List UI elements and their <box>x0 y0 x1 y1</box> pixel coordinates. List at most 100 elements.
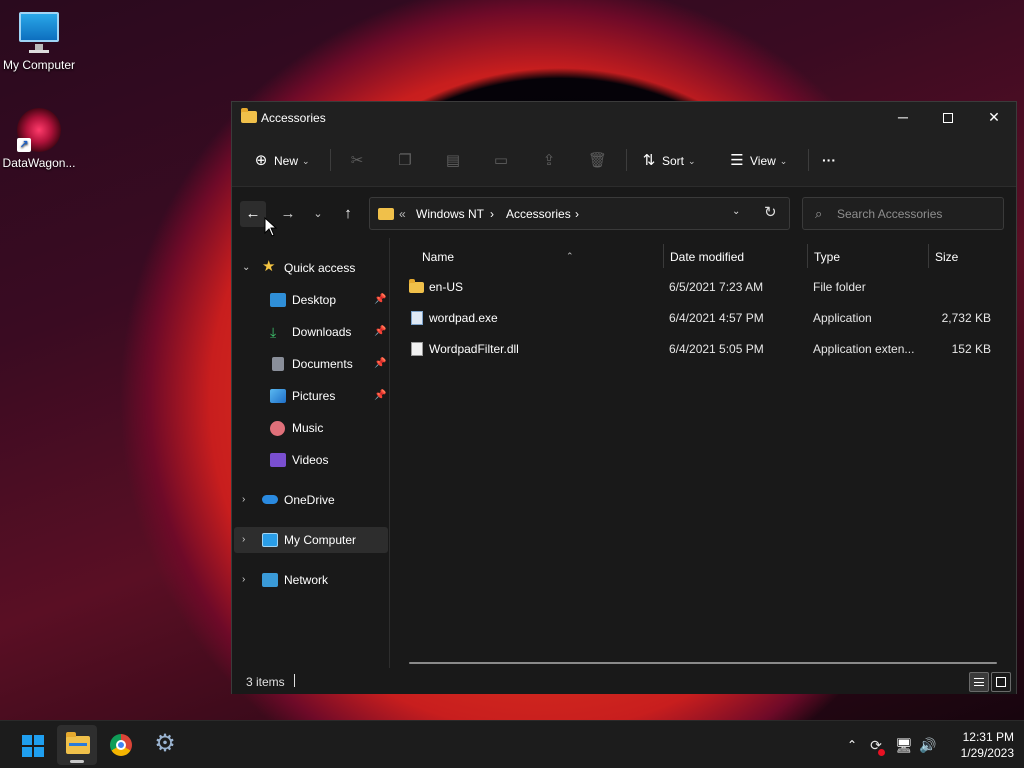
maximize-button[interactable] <box>925 102 971 133</box>
scissors-icon: ✂ <box>350 151 364 169</box>
copy-button[interactable]: ❐ <box>396 148 414 172</box>
nav-quick-access[interactable]: ⌄ ★ Quick access <box>234 255 388 281</box>
taskbar-chrome[interactable] <box>101 725 141 765</box>
pin-icon[interactable]: 📌 <box>374 383 386 409</box>
breadcrumb-overflow[interactable]: « <box>399 207 406 221</box>
taskbar-settings[interactable]: ⚙ <box>145 725 185 765</box>
cut-button[interactable]: ✂ <box>348 148 366 172</box>
column-divider[interactable] <box>807 244 808 268</box>
rename-button[interactable]: ▭ <box>492 148 510 172</box>
breadcrumb-accessories[interactable]: Accessories <box>506 207 571 221</box>
window-title: Accessories <box>261 111 326 125</box>
horizontal-scrollbar[interactable] <box>409 662 997 664</box>
breadcrumb-windows-nt[interactable]: Windows NT <box>416 207 484 221</box>
refresh-icon[interactable]: ↻ <box>764 203 777 221</box>
nav-item-music[interactable]: Music <box>234 415 388 441</box>
column-header-date[interactable]: Date modified <box>670 246 744 268</box>
desktop-icon-label: My Computer <box>2 58 76 72</box>
forward-button[interactable]: → <box>275 201 301 227</box>
address-dropdown-icon[interactable]: ⌄ <box>732 206 740 217</box>
gear-icon: ⚙ <box>154 730 176 757</box>
start-button[interactable] <box>12 725 52 765</box>
nav-label: Network <box>284 573 329 587</box>
column-header-name[interactable]: Name ⌃ <box>422 246 574 268</box>
file-row-wordpadfilter-dll[interactable]: WordpadFilter.dll 6/4/2021 5:05 PM Appli… <box>403 335 1003 363</box>
desktop-icon-datawagon[interactable]: ↗ DataWagon... <box>0 108 78 170</box>
tiles-view-icon <box>996 677 1006 687</box>
nav-item-videos[interactable]: Videos <box>234 447 388 473</box>
details-view-button[interactable] <box>969 672 989 692</box>
up-button[interactable]: ↑ <box>335 201 361 227</box>
windows-logo-icon <box>22 735 44 757</box>
show-hidden-icons-button[interactable]: ⌃ <box>842 721 862 768</box>
file-date: 6/4/2021 5:05 PM <box>669 342 764 356</box>
sync-alert-icon[interactable]: ⟳ <box>866 721 886 768</box>
nav-item-onedrive[interactable]: › OneDrive <box>234 487 388 513</box>
tiles-view-button[interactable] <box>991 672 1011 692</box>
column-header-type[interactable]: Type <box>814 246 840 268</box>
file-date: 6/4/2021 4:57 PM <box>669 311 764 325</box>
view-lines-icon: ☰ <box>730 151 744 169</box>
details-view-icon <box>974 678 984 686</box>
search-input[interactable] <box>837 205 997 223</box>
nav-item-network[interactable]: › Network <box>234 567 388 593</box>
file-name: WordpadFilter.dll <box>429 342 519 356</box>
application-icon <box>411 311 423 325</box>
search-icon: ⌕ <box>815 206 823 221</box>
new-button[interactable]: ⊕ New ⌄ <box>252 148 310 172</box>
sort-button[interactable]: ⇅ Sort ⌄ <box>640 148 696 172</box>
nav-label: Quick access <box>284 261 356 275</box>
nav-item-documents[interactable]: Documents 📌 <box>234 351 388 377</box>
chevron-down-icon: ⌄ <box>779 155 788 166</box>
desktop-icon-my-computer[interactable]: My Computer <box>0 10 78 72</box>
title-bar[interactable]: Accessories ─ ✕ <box>232 102 1016 133</box>
delete-button[interactable]: 🗑 <box>588 148 608 172</box>
running-indicator <box>70 760 84 763</box>
more-options-button[interactable]: ··· <box>822 148 836 172</box>
minimize-button[interactable]: ─ <box>880 102 926 133</box>
nav-label: Desktop <box>292 293 337 307</box>
pin-icon[interactable]: 📌 <box>374 319 386 345</box>
download-icon: ⤓ <box>270 324 277 340</box>
video-icon <box>270 453 286 467</box>
folder-icon <box>241 108 257 123</box>
pin-icon[interactable]: 📌 <box>374 287 386 313</box>
system-clock[interactable]: 12:31 PM 1/29/2023 <box>944 729 1014 761</box>
divider <box>626 149 627 171</box>
clipboard-icon: ▤ <box>445 151 461 169</box>
close-button[interactable]: ✕ <box>971 102 1017 133</box>
file-explorer-icon <box>66 732 90 754</box>
trash-icon: 🗑 <box>588 151 608 169</box>
volume-icon[interactable]: 🔊 <box>918 721 938 768</box>
plus-circle-icon: ⊕ <box>254 151 268 169</box>
file-type: Application <box>813 311 872 325</box>
recent-locations-button[interactable]: ⌄ <box>305 201 331 227</box>
column-header-size[interactable]: Size <box>935 246 958 268</box>
taskbar-file-explorer[interactable] <box>57 725 97 765</box>
pin-icon[interactable]: 📌 <box>374 351 386 377</box>
file-row-wordpad-exe[interactable]: wordpad.exe 6/4/2021 4:57 PM Application… <box>403 304 1003 332</box>
nav-item-my-computer[interactable]: › My Computer <box>234 527 388 553</box>
monitor-icon <box>262 533 278 547</box>
file-row-en-us[interactable]: en-US 6/5/2021 7:23 AM File folder <box>403 273 1003 301</box>
column-divider[interactable] <box>928 244 929 268</box>
navigation-pane: ⌄ ★ Quick access Desktop 📌 ⤓ Downloads 📌… <box>232 238 390 668</box>
paste-button[interactable]: ▤ <box>444 148 462 172</box>
nav-item-pictures[interactable]: Pictures 📌 <box>234 383 388 409</box>
address-row: ← → ⌄ ↑ « Windows NT › Accessories › ⌄ ↻… <box>232 188 1016 238</box>
status-bar: 3 items <box>232 668 1016 694</box>
back-button[interactable]: ← <box>240 201 266 227</box>
music-icon <box>270 421 285 436</box>
command-bar: ⊕ New ⌄ ✂ ❐ ▤ ▭ ⇪ 🗑 ⇅ Sort ⌄ ☰ View ⌄ ··· <box>232 133 1016 187</box>
column-divider[interactable] <box>663 244 664 268</box>
view-button[interactable]: ☰ View ⌄ <box>728 148 787 172</box>
share-button[interactable]: ⇪ <box>540 148 558 172</box>
network-status-icon[interactable]: 🖥 <box>894 721 914 768</box>
monitor-icon <box>17 10 61 54</box>
address-bar[interactable]: « Windows NT › Accessories › ⌄ ↻ <box>369 197 790 230</box>
nav-item-downloads[interactable]: ⤓ Downloads 📌 <box>234 319 388 345</box>
new-label: New <box>274 153 299 168</box>
search-box[interactable]: ⌕ <box>802 197 1004 230</box>
file-size: 152 KB <box>951 342 991 356</box>
nav-item-desktop[interactable]: Desktop 📌 <box>234 287 388 313</box>
